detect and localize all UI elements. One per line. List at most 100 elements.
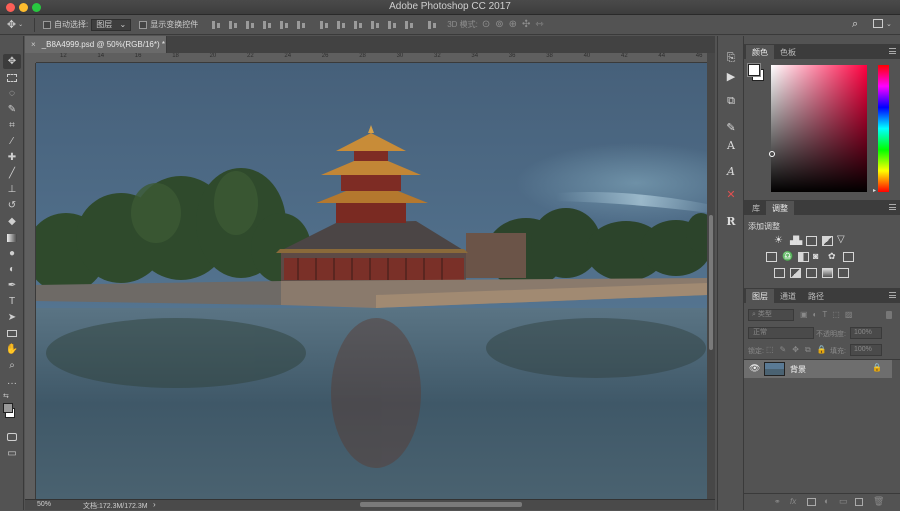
quick-mask-icon[interactable] bbox=[3, 429, 21, 444]
swap-colors-icon[interactable]: ⇆ bbox=[3, 392, 9, 400]
foreground-color-swatch[interactable] bbox=[3, 403, 13, 413]
rectangle-tool-icon[interactable] bbox=[3, 326, 21, 341]
distribute-left-icon[interactable] bbox=[370, 20, 381, 30]
brightness-contrast-icon[interactable]: ☀ bbox=[774, 235, 783, 246]
new-group-icon[interactable]: ▭ bbox=[839, 496, 848, 507]
auto-align-icon[interactable] bbox=[427, 20, 438, 30]
distribute-hcenter-icon[interactable] bbox=[387, 20, 398, 30]
layer-filter-icons[interactable]: ▣◐T⬚▨ bbox=[800, 310, 857, 319]
align-bottom-icon[interactable] bbox=[245, 20, 256, 30]
gradient-map-icon[interactable] bbox=[822, 268, 833, 278]
brush-tool-icon[interactable]: ╱ bbox=[3, 166, 21, 181]
lasso-tool-icon[interactable]: ◌ bbox=[3, 86, 21, 101]
search-icon[interactable]: ⌕ bbox=[852, 18, 858, 31]
layer-filter-dropdown[interactable]: ⌕ 类型 bbox=[748, 309, 794, 321]
invert-icon[interactable] bbox=[774, 268, 785, 278]
paragraph-styles-icon[interactable]: R bbox=[723, 214, 739, 228]
new-layer-icon[interactable] bbox=[855, 498, 863, 506]
eyedropper-tool-icon[interactable]: ⁄ bbox=[3, 134, 21, 149]
horizontal-scroll-thumb[interactable] bbox=[360, 502, 522, 507]
curves-icon[interactable] bbox=[806, 236, 817, 246]
layer-row[interactable]: 👁 背景 🔒 bbox=[744, 360, 892, 378]
color-field[interactable] bbox=[771, 65, 867, 192]
trash-icon[interactable]: 🗑 bbox=[873, 496, 884, 507]
vertical-scroll-thumb[interactable] bbox=[709, 215, 713, 350]
opacity-input[interactable]: 100% bbox=[850, 327, 882, 339]
history-brush-tool-icon[interactable]: ↺ bbox=[3, 198, 21, 213]
marquee-tool-icon[interactable] bbox=[3, 70, 21, 85]
screen-mode-icon[interactable]: ▭ bbox=[3, 446, 21, 461]
dodge-tool-icon[interactable]: ◐ bbox=[3, 262, 21, 277]
healing-brush-tool-icon[interactable]: ✚ bbox=[3, 150, 21, 165]
tab-paths[interactable]: 路径 bbox=[802, 289, 830, 303]
color-balance-icon[interactable]: ♎ bbox=[782, 251, 793, 262]
tab-swatches[interactable]: 色板 bbox=[774, 45, 802, 59]
type-tool-icon[interactable]: T bbox=[3, 294, 21, 309]
pen-tool-icon[interactable]: ✒ bbox=[3, 278, 21, 293]
document-canvas[interactable] bbox=[36, 63, 707, 499]
channel-mixer-icon[interactable]: ✿ bbox=[828, 251, 836, 262]
layer-name[interactable]: 背景 bbox=[790, 364, 806, 375]
color-foreground-swatch[interactable] bbox=[747, 63, 761, 77]
zoom-tool-icon[interactable]: ⌕ bbox=[3, 358, 21, 373]
distribute-right-icon[interactable] bbox=[404, 20, 415, 30]
panel-menu-icon[interactable] bbox=[889, 48, 896, 54]
link-layers-icon[interactable]: ⚭ bbox=[774, 497, 781, 506]
auto-select-checkbox[interactable] bbox=[43, 20, 51, 29]
show-transform-checkbox[interactable] bbox=[139, 20, 148, 29]
actions-play-icon[interactable]: ▶ bbox=[723, 69, 739, 83]
color-lookup-icon[interactable] bbox=[843, 252, 854, 262]
quick-select-tool-icon[interactable]: ✎ bbox=[3, 102, 21, 117]
photo-filter-icon[interactable]: ◙ bbox=[813, 251, 818, 261]
close-tab-icon[interactable]: × bbox=[31, 40, 36, 49]
blur-tool-icon[interactable]: ● bbox=[3, 246, 21, 261]
levels-icon[interactable]: ▟▙ bbox=[790, 236, 802, 245]
move-tool-preset-icon[interactable]: ✥ ⌄ bbox=[0, 15, 30, 35]
move-tool-icon[interactable]: ✥ bbox=[3, 54, 21, 69]
document-tab[interactable]: × _B8A4999.psd @ 50%(RGB/16*) * bbox=[25, 36, 167, 53]
vibrance-icon[interactable]: ▽ bbox=[837, 234, 845, 245]
panel-menu-icon[interactable] bbox=[889, 204, 896, 210]
fill-input[interactable]: 100% bbox=[850, 344, 882, 356]
filter-toggle[interactable] bbox=[886, 311, 892, 319]
auto-select-dropdown[interactable]: 图层 ⌄ bbox=[91, 18, 132, 31]
horizontal-ruler[interactable]: 12 14 16 18 20 22 24 26 28 30 32 34 36 38 40 42 44 46 bbox=[36, 53, 707, 63]
threshold-icon[interactable] bbox=[806, 268, 817, 278]
eye-visibility-icon[interactable]: 👁 bbox=[749, 363, 760, 374]
history-panel-icon[interactable]: ⎘ bbox=[723, 51, 739, 65]
chevron-down-icon[interactable]: ⌄ bbox=[886, 20, 892, 28]
tab-color[interactable]: 颜色 bbox=[746, 45, 774, 59]
workspace-icon[interactable] bbox=[873, 19, 883, 28]
exposure-icon[interactable] bbox=[822, 236, 833, 246]
3d-mode-icons[interactable]: ⊙⊚⊕✣⇿ bbox=[482, 19, 549, 30]
distribute-vcenter-icon[interactable] bbox=[336, 20, 347, 30]
panel-menu-icon[interactable] bbox=[889, 292, 896, 298]
clone-stamp-tool-icon[interactable]: ⊥ bbox=[3, 182, 21, 197]
tab-adjustments[interactable]: 调整 bbox=[766, 201, 794, 215]
zoom-level[interactable]: 50% bbox=[37, 501, 51, 508]
properties-panel-icon[interactable]: ⧉ bbox=[723, 94, 739, 108]
status-menu-arrow-icon[interactable]: › bbox=[153, 500, 156, 509]
crop-tool-icon[interactable]: ⌗ bbox=[3, 118, 21, 133]
add-mask-icon[interactable] bbox=[807, 498, 816, 506]
path-select-tool-icon[interactable]: ➤ bbox=[3, 310, 21, 325]
tools-presets-icon[interactable]: ✕ bbox=[723, 187, 739, 201]
hue-slider-handle[interactable]: ▸ bbox=[873, 187, 876, 194]
tab-channels[interactable]: 通道 bbox=[774, 289, 802, 303]
distribute-bottom-icon[interactable] bbox=[353, 20, 364, 30]
gradient-tool-icon[interactable] bbox=[3, 230, 21, 245]
posterize-icon[interactable] bbox=[790, 268, 801, 278]
color-picker-cursor[interactable] bbox=[769, 151, 775, 157]
distribute-top-icon[interactable] bbox=[319, 20, 330, 30]
more-tools-icon[interactable]: ··· bbox=[3, 376, 21, 391]
brush-settings-icon[interactable]: ✎ bbox=[723, 120, 739, 134]
align-left-icon[interactable] bbox=[262, 20, 273, 30]
eraser-tool-icon[interactable]: ◆ bbox=[3, 214, 21, 229]
align-hcenter-icon[interactable] bbox=[279, 20, 290, 30]
align-top-icon[interactable] bbox=[211, 20, 222, 30]
vertical-ruler[interactable] bbox=[25, 63, 36, 499]
selective-color-icon[interactable] bbox=[838, 268, 849, 278]
black-white-icon[interactable] bbox=[798, 252, 809, 262]
glyphs-panel-icon[interactable]: A bbox=[723, 164, 739, 178]
align-vcenter-icon[interactable] bbox=[228, 20, 239, 30]
